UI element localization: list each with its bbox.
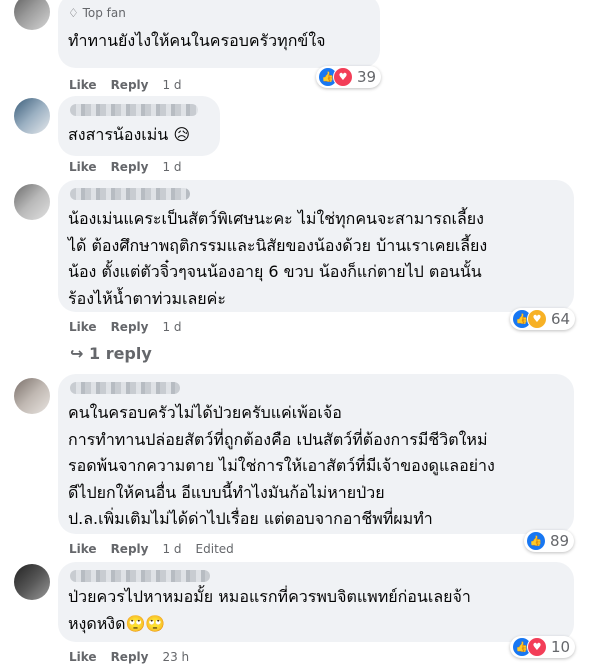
comment-text: ทำทานยังไงให้คนในครอบครัวทุกข์ใจ — [68, 31, 326, 50]
like-button[interactable]: Like — [69, 542, 97, 556]
author-name[interactable] — [70, 382, 180, 394]
reaction-summary[interactable]: 👍 ♥ 64 — [510, 308, 576, 330]
comment-actions: Like Reply 1 d — [69, 78, 196, 92]
comment-bubble: น้องเม่นแคระเป็นสัตว์พิเศษนะคะ ไม่ใช่ทุก… — [58, 180, 574, 312]
avatar[interactable] — [14, 184, 50, 220]
reaction-summary[interactable]: 👍 89 — [524, 530, 575, 552]
comment-actions: Like Reply 1 d — [69, 160, 196, 174]
comment-bubble: ป่วยควรไปหาหมอมั้ย หมอแรกที่ควรพบจิตแพทย… — [58, 562, 574, 642]
badge-label: Top fan — [82, 6, 126, 20]
top-fan-badge: ♢ Top fan — [68, 6, 126, 20]
avatar[interactable] — [14, 0, 50, 30]
like-button[interactable]: Like — [69, 650, 97, 664]
avatar[interactable] — [14, 98, 50, 134]
timestamp[interactable]: 1 d — [162, 542, 181, 556]
edited-label[interactable]: Edited — [196, 542, 234, 556]
avatar[interactable] — [14, 378, 50, 414]
reaction-count: 89 — [550, 532, 570, 550]
timestamp[interactable]: 1 d — [162, 78, 181, 92]
comment-text: สงสารน้องเม่น 😥 — [68, 125, 190, 144]
love-icon: ♥ — [527, 637, 547, 657]
comment-actions: Like Reply 1 d — [69, 320, 196, 334]
like-button[interactable]: Like — [69, 160, 97, 174]
reply-button[interactable]: Reply — [111, 160, 149, 174]
reaction-summary[interactable]: 👍 ♥ 39 — [316, 66, 382, 88]
avatar[interactable] — [14, 564, 50, 600]
comment-bubble: สงสารน้องเม่น 😥 — [58, 96, 220, 156]
like-button[interactable]: Like — [69, 320, 97, 334]
diamond-icon: ♢ — [68, 6, 79, 20]
author-name[interactable] — [70, 188, 190, 200]
reply-button[interactable]: Reply — [111, 650, 149, 664]
replies-count: 1 reply — [88, 344, 152, 363]
reply-button[interactable]: Reply — [111, 78, 149, 92]
timestamp[interactable]: 23 h — [162, 650, 189, 664]
reply-arrow-icon: ↪ — [70, 344, 84, 363]
timestamp[interactable]: 1 d — [162, 160, 181, 174]
comment-text: ป่วยควรไปหาหมอมั้ย หมอแรกที่ควรพบจิตแพทย… — [68, 587, 471, 633]
view-replies-link[interactable]: ↪ 1 reply — [70, 344, 152, 363]
timestamp[interactable]: 1 d — [162, 320, 181, 334]
comment-bubble: คนในครอบครัวไม่ได้ป่วยครับแค่เพ้อเจ้อ กา… — [58, 374, 574, 534]
like-button[interactable]: Like — [69, 78, 97, 92]
comment-bubble: ♢ Top fan ทำทานยังไงให้คนในครอบครัวทุกข์… — [58, 0, 380, 68]
care-icon: ♥ — [527, 309, 547, 329]
love-icon: ♥ — [333, 67, 353, 87]
reaction-count: 39 — [357, 68, 377, 86]
reaction-count: 64 — [551, 310, 571, 328]
comment-text: น้องเม่นแคระเป็นสัตว์พิเศษนะคะ ไม่ใช่ทุก… — [68, 209, 488, 308]
comment-actions: Like Reply 1 d Edited — [69, 542, 248, 556]
author-name[interactable] — [70, 104, 198, 116]
author-name[interactable] — [70, 570, 210, 582]
reply-button[interactable]: Reply — [111, 320, 149, 334]
reaction-summary[interactable]: 👍 ♥ 10 — [510, 636, 576, 658]
like-icon: 👍 — [526, 531, 546, 551]
comment-text: คนในครอบครัวไม่ได้ป่วยครับแค่เพ้อเจ้อ กา… — [68, 403, 495, 528]
reaction-count: 10 — [551, 638, 571, 656]
comment-actions: Like Reply 23 h — [69, 650, 203, 664]
reply-button[interactable]: Reply — [111, 542, 149, 556]
